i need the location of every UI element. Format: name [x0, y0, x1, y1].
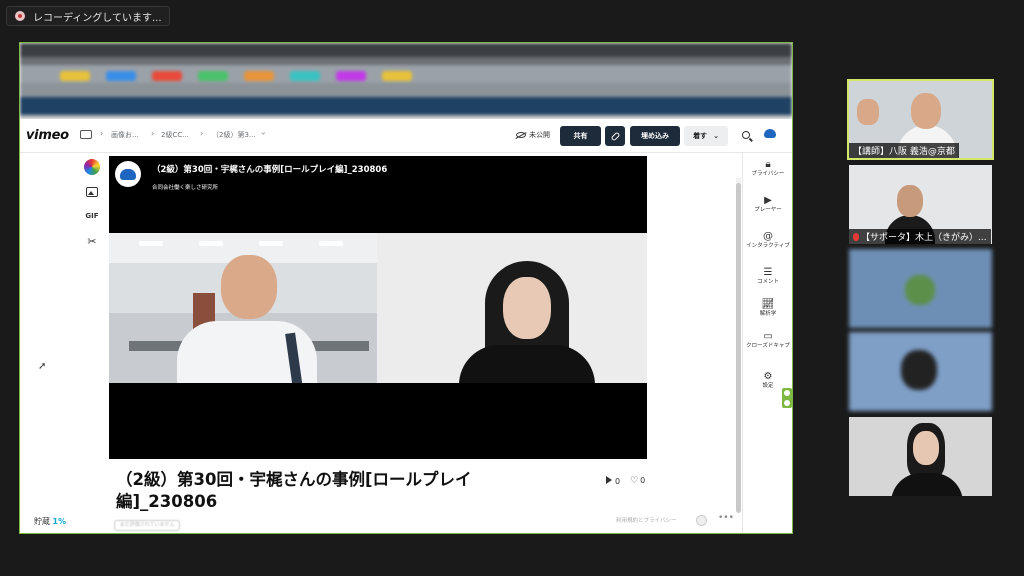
content-scrollbar[interactable]	[736, 183, 741, 513]
privacy-status[interactable]: 未公開	[516, 130, 550, 140]
participant-tile[interactable]	[849, 417, 992, 496]
chevron-right-icon: ›	[100, 129, 104, 138]
close-icon	[784, 390, 790, 396]
plays-count: 0	[606, 476, 620, 486]
side-item-comments[interactable]: ☰ コメント	[743, 267, 792, 286]
eye-off-icon	[516, 132, 526, 138]
analytics-icon: 📈︎	[761, 299, 775, 310]
account-avatar[interactable]	[764, 129, 776, 138]
video-speaker-right	[377, 233, 647, 383]
privacy-label: 未公開	[529, 131, 550, 139]
video-speaker-left	[109, 233, 377, 383]
mic-off-icon	[853, 233, 859, 241]
interactive-icon: @	[763, 231, 773, 242]
embed-button[interactable]: 埋め込み	[630, 126, 680, 146]
participant-tile-blurred[interactable]	[849, 332, 992, 411]
share-control-handle[interactable]	[782, 388, 792, 408]
side-item-captions[interactable]: ▭ クローズドキャプ	[743, 331, 792, 350]
participant-name: 【講師】八阪 義浩@京都	[849, 143, 959, 158]
captions-icon: ▭	[763, 331, 773, 342]
link-icon	[610, 131, 620, 141]
gear-icon: ⚙	[763, 371, 773, 382]
color-tool[interactable]	[84, 159, 100, 175]
image-icon	[86, 187, 98, 197]
more-dropdown[interactable]: 着す ⌄	[684, 126, 728, 146]
video-title: （2級）第30回・宇梶さんの事例[ロールプレイ編]_230806	[152, 165, 388, 175]
chevron-right-icon: ›	[151, 129, 155, 138]
participant-name: 【サポータ】木上（きがみ）...	[849, 229, 991, 244]
color-wheel-icon	[84, 159, 100, 175]
page-title: （2級）第30回・宇梶さんの事例[ロールプレイ編]_230806	[116, 470, 472, 511]
video-player[interactable]: （2級）第30回・宇梶さんの事例[ロールプレイ編]_230806 合同会社働く楽…	[109, 156, 647, 459]
company-logo	[115, 161, 141, 187]
status-icon[interactable]	[696, 515, 707, 526]
rating-tag[interactable]: まだ評価されていません	[114, 520, 180, 531]
side-item-player[interactable]: ▶ プレーヤー	[743, 195, 792, 214]
likes-count[interactable]: ♡ 0	[630, 476, 645, 486]
trim-tool[interactable]: ✂	[84, 233, 100, 249]
participant-tile-active[interactable]: 【講師】八阪 義浩@京都	[847, 79, 994, 160]
record-icon	[15, 11, 25, 21]
video-stats: 0 ♡ 0	[606, 476, 645, 486]
pause-icon	[784, 400, 790, 406]
recording-indicator[interactable]: レコーディングしています...	[6, 6, 170, 26]
thumbnail-tool[interactable]	[84, 184, 100, 200]
participant-tile[interactable]: 【サポータ】木上（きがみ）...	[849, 165, 992, 244]
share-button[interactable]: 共有	[560, 126, 601, 146]
blurred-browser-chrome	[20, 43, 792, 119]
recording-label: レコーディングしています...	[33, 12, 162, 24]
player-icon: ▶	[764, 195, 772, 206]
side-item-analytics[interactable]: 📈︎ 解析学	[743, 299, 792, 318]
vimeo-header: vimeo › 画像お... › 2級CC... › （2級）第3... › 未…	[20, 119, 792, 153]
search-icon[interactable]	[742, 131, 750, 139]
folder-icon[interactable]	[80, 130, 92, 139]
shared-screen: vimeo › 画像お... › 2級CC... › （2級）第3... › 未…	[19, 42, 793, 534]
side-item-interactive[interactable]: @ インタラクティブ	[743, 231, 792, 250]
scissors-icon: ✂	[87, 234, 97, 248]
chevron-right-icon: ›	[200, 129, 204, 138]
dropdown-label: 着す	[693, 132, 708, 140]
mouse-cursor-icon: ➚	[38, 361, 47, 372]
terms-link[interactable]: 利用規約とプライバシー	[616, 516, 676, 524]
video-company: 合同会社働く楽しさ研究所	[152, 185, 219, 191]
breadcrumb-item[interactable]: （2級）第3...	[212, 130, 256, 140]
vimeo-logo[interactable]: vimeo	[26, 128, 69, 143]
breadcrumb-item[interactable]: 2級CC...	[161, 130, 189, 140]
play-icon	[606, 476, 612, 484]
gif-icon: GIF	[85, 212, 99, 220]
heart-icon: ♡	[630, 476, 639, 486]
participant-tile-blurred[interactable]	[849, 249, 992, 328]
copy-link-button[interactable]	[605, 126, 625, 146]
side-item-privacy[interactable]: 🔒︎ プライバシー	[743, 159, 792, 178]
comment-icon: ☰	[763, 267, 773, 278]
more-icon[interactable]: •••	[718, 513, 734, 523]
chevron-down-icon[interactable]: ›	[259, 132, 268, 135]
chevron-down-icon: ⌄	[713, 132, 719, 140]
side-panel: 🔒︎ プライバシー ▶ プレーヤー @ インタラクティブ ☰ コメント 📈︎ 解…	[742, 153, 792, 533]
lock-icon: 🔒︎	[765, 159, 771, 170]
gif-tool[interactable]: GIF	[84, 208, 100, 224]
storage-usage: 貯蔵 1%	[34, 517, 67, 526]
breadcrumb-item[interactable]: 画像お...	[111, 130, 139, 140]
